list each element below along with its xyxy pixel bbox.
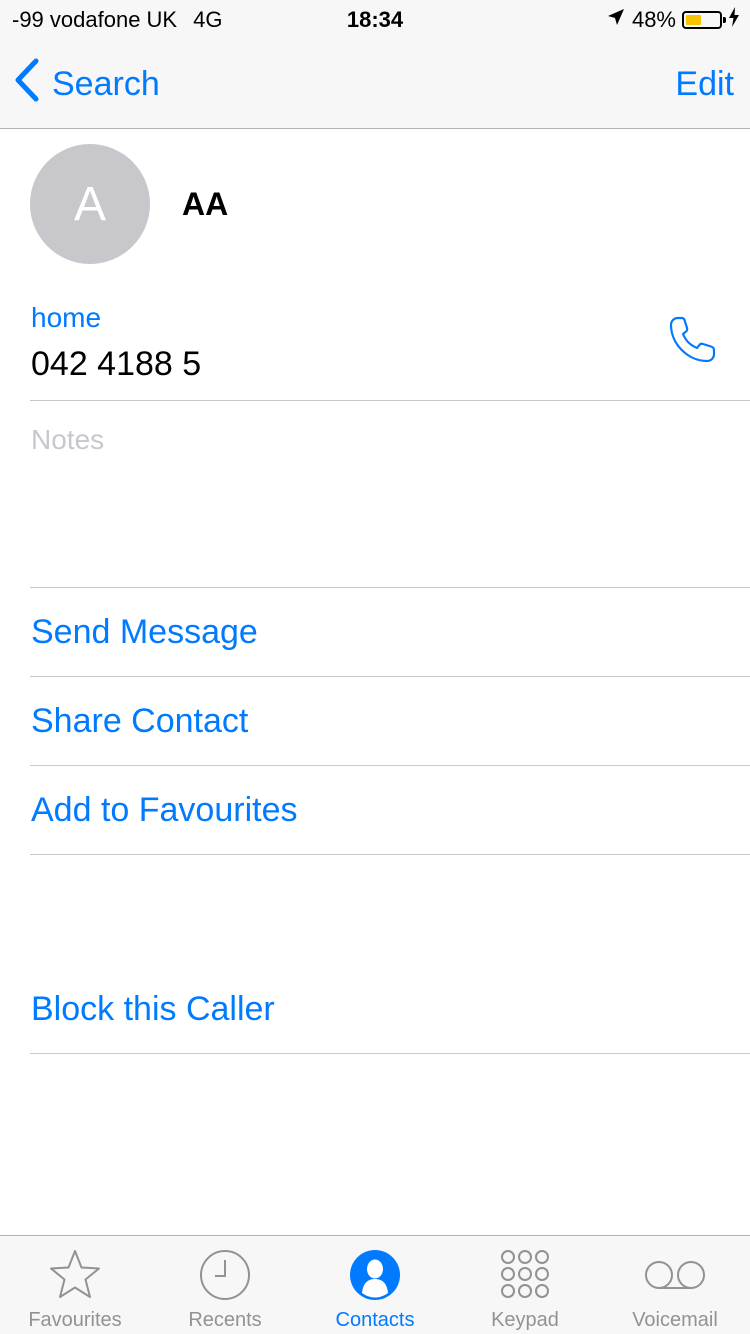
tab-label: Recents bbox=[188, 1309, 262, 1331]
status-right: 48% bbox=[606, 0, 740, 40]
tab-label: Voicemail bbox=[632, 1309, 718, 1331]
phone-icon bbox=[664, 316, 724, 372]
navigation-bar: Search Edit bbox=[0, 40, 750, 129]
chevron-left-icon bbox=[14, 58, 52, 111]
back-button-label: Search bbox=[52, 64, 160, 103]
add-to-favourites-button[interactable]: Add to Favourites bbox=[31, 766, 297, 854]
tab-recents[interactable]: Recents bbox=[150, 1236, 300, 1334]
tab-bar: Favourites Recents Contacts Keypad Voice… bbox=[0, 1235, 750, 1334]
send-message-button[interactable]: Send Message bbox=[31, 588, 258, 676]
contacts-icon bbox=[300, 1248, 450, 1302]
block-caller-button[interactable]: Block this Caller bbox=[31, 965, 275, 1053]
separator bbox=[30, 854, 750, 855]
back-button[interactable]: Search bbox=[14, 40, 160, 128]
location-arrow-icon bbox=[606, 0, 626, 40]
keypad-icon bbox=[450, 1248, 600, 1302]
status-bar: -99 vodafone UK 4G 18:34 48% bbox=[0, 0, 750, 40]
battery-percent: 48% bbox=[631, 7, 676, 32]
tab-label: Keypad bbox=[491, 1309, 559, 1331]
call-button[interactable] bbox=[664, 312, 724, 368]
voicemail-icon bbox=[600, 1248, 750, 1302]
battery-cap bbox=[723, 17, 726, 23]
tab-keypad[interactable]: Keypad bbox=[450, 1236, 600, 1334]
share-contact-button[interactable]: Share Contact bbox=[31, 677, 248, 765]
contact-name: AA bbox=[182, 186, 229, 222]
separator bbox=[30, 400, 750, 401]
battery-icon bbox=[682, 11, 726, 29]
phone-type-label[interactable]: home bbox=[31, 298, 101, 338]
clock-icon bbox=[150, 1248, 300, 1302]
avatar-initial: A bbox=[73, 177, 106, 231]
edit-button[interactable]: Edit bbox=[675, 40, 734, 128]
avatar: A bbox=[30, 144, 150, 264]
phone-number[interactable]: 042 4188 5 bbox=[31, 342, 201, 386]
charging-bolt-icon bbox=[728, 0, 740, 40]
tab-voicemail[interactable]: Voicemail bbox=[600, 1236, 750, 1334]
battery-fill bbox=[686, 15, 702, 25]
tab-label: Contacts bbox=[335, 1309, 415, 1331]
separator bbox=[30, 1053, 750, 1054]
tab-favourites[interactable]: Favourites bbox=[0, 1236, 150, 1334]
tab-contacts[interactable]: Contacts bbox=[300, 1236, 450, 1334]
notes-field[interactable]: Notes bbox=[31, 420, 104, 460]
tab-label: Favourites bbox=[28, 1309, 122, 1331]
star-icon bbox=[0, 1248, 150, 1302]
